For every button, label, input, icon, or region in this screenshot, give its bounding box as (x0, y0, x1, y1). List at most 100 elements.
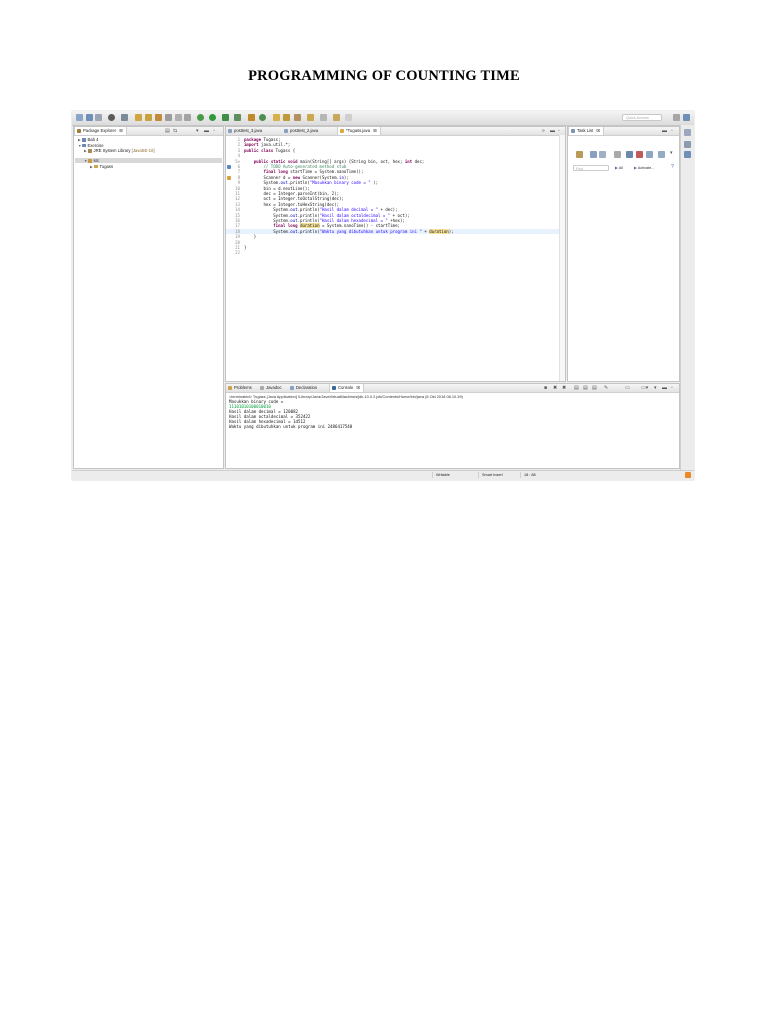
tools-icon[interactable] (121, 114, 128, 121)
maximize-icon[interactable]: ▫ (671, 385, 673, 391)
tree-item-tugass[interactable]: ▶ Tugass (90, 164, 113, 170)
new-java-project-icon[interactable] (248, 114, 255, 121)
forward-icon[interactable] (345, 114, 352, 121)
tab-javadoc[interactable]: Javadoc (258, 384, 285, 392)
terminate-icon[interactable]: ■ (544, 385, 547, 391)
tree-item-jre-library[interactable]: ▶ JRE System Library [JavaSE-10] (84, 148, 154, 154)
sync-icon[interactable] (636, 151, 643, 158)
focus-icon[interactable] (614, 151, 621, 158)
filter-icon[interactable] (646, 151, 653, 158)
minimize-icon[interactable]: ▬ (662, 128, 667, 134)
debug-icon[interactable] (108, 114, 115, 121)
javadoc-icon (260, 386, 264, 390)
clear-console-icon[interactable]: ▤ (574, 385, 579, 391)
remove-launch-icon[interactable]: ✖ (553, 385, 557, 391)
run-icon[interactable] (209, 114, 216, 121)
view-menu-icon[interactable]: ▾ (654, 385, 657, 391)
warning-marker-icon[interactable] (227, 175, 231, 180)
toggle-mark-icon[interactable] (165, 114, 172, 121)
debug-run-icon[interactable] (197, 114, 204, 121)
tab-posttest-3[interactable]: posttest_3.java (226, 127, 265, 135)
new-class-icon[interactable] (259, 114, 266, 121)
open-perspective-icon[interactable] (673, 114, 680, 121)
java-perspective-icon[interactable] (683, 114, 690, 121)
right-trim-bar (680, 125, 694, 471)
coverage-icon[interactable] (222, 114, 229, 121)
activate-link[interactable]: ▶ Activate... (634, 165, 654, 171)
display-console-icon[interactable]: ▭ (625, 385, 630, 391)
save-icon[interactable] (86, 114, 93, 121)
task-list-pane: Task List ☒ ▬ ▫ ▾ Find ▶ All ▶ Activate.… (567, 126, 680, 382)
close-icon[interactable]: ☒ (357, 385, 361, 390)
notification-icon[interactable] (685, 472, 691, 478)
hierarchy-icon[interactable] (684, 141, 691, 148)
tab-problems[interactable]: Problems (226, 384, 255, 392)
info-icon[interactable] (684, 151, 691, 158)
next-annotation-icon[interactable] (307, 114, 314, 121)
tab-console[interactable]: Console ☒ (329, 384, 365, 392)
build-icon[interactable] (135, 114, 142, 121)
help-icon[interactable]: ? (671, 164, 674, 170)
annotation-icon[interactable] (294, 114, 301, 121)
scheduled-icon[interactable] (599, 151, 606, 158)
maximize-icon[interactable]: ▫ (558, 128, 560, 134)
open-task-icon[interactable] (283, 114, 290, 121)
view-menu-icon[interactable] (658, 151, 665, 158)
print-icon[interactable] (95, 114, 102, 121)
overview-ruler (559, 135, 565, 381)
minimize-icon[interactable]: ▬ (550, 128, 555, 134)
close-icon[interactable]: ☒ (119, 128, 123, 133)
tab-task-list[interactable]: Task List ☒ (568, 127, 605, 135)
show-whitespace-icon[interactable] (175, 114, 182, 121)
tab-declaration[interactable]: Declaration (288, 384, 320, 392)
remove-all-icon[interactable]: ✖ (562, 385, 566, 391)
open-type-icon[interactable] (145, 114, 152, 121)
tree-item-label: Bab 4 (87, 137, 99, 142)
package-icon (94, 164, 98, 168)
code-area[interactable]: 1 package Tugass; 2 import java.util.*; 3 pub… (226, 137, 565, 381)
open-console-icon[interactable]: ▭▾ (641, 385, 648, 391)
java-file-icon (284, 129, 288, 133)
all-filter[interactable]: ▶ All (615, 165, 623, 171)
task-filter-input[interactable]: Find (573, 165, 609, 171)
tab-label: Console (338, 385, 354, 390)
tab-label: Javadoc (266, 385, 282, 390)
collapse-icon[interactable] (626, 151, 633, 158)
outline-icon[interactable] (684, 129, 691, 136)
source-folder-icon (88, 159, 92, 163)
quick-fix-marker-icon[interactable] (227, 164, 231, 169)
tab-package-explorer[interactable]: Package Explorer ☒ (74, 127, 127, 135)
list-editors-icon[interactable]: » (542, 128, 545, 134)
tab-label: posttest_2.java (290, 128, 319, 133)
all-label: All (618, 166, 623, 170)
scroll-lock-icon[interactable]: ▤ (583, 385, 588, 391)
paragraph-icon[interactable] (184, 114, 191, 121)
code-line[interactable]: 22 (226, 250, 565, 255)
chevron-down-icon[interactable]: ▾ (670, 150, 673, 156)
maximize-icon[interactable]: ▫ (213, 128, 215, 134)
prev-annotation-icon[interactable] (320, 114, 327, 121)
view-menu-icon[interactable]: ▾ (196, 128, 199, 134)
external-tools-icon[interactable] (234, 114, 241, 121)
search-icon[interactable] (155, 114, 162, 121)
new-task-icon[interactable] (576, 151, 583, 158)
minimize-icon[interactable]: ▬ (662, 385, 667, 391)
tab-tugass[interactable]: *Tugass.java ☒ (337, 127, 381, 135)
close-icon[interactable]: ☒ (373, 128, 377, 133)
tree-item-suffix: [JavaSE-10] (131, 148, 155, 153)
link-with-editor-icon[interactable]: ⇆ (173, 128, 177, 134)
quick-access-field[interactable]: Quick Access (622, 114, 662, 121)
open-folder-icon[interactable] (273, 114, 280, 121)
pin-console-icon[interactable]: ✎ (604, 385, 608, 391)
back-icon[interactable] (333, 114, 340, 121)
task-list-title: Task List (577, 128, 594, 133)
minimize-icon[interactable]: ▬ (204, 128, 209, 134)
close-icon[interactable]: ☒ (596, 128, 600, 133)
tab-posttest-2[interactable]: posttest_2.java (282, 127, 321, 135)
new-file-icon[interactable] (76, 114, 83, 121)
activate-label: Activate... (637, 166, 655, 170)
word-wrap-icon[interactable]: ▤ (592, 385, 597, 391)
categorize-icon[interactable] (590, 151, 597, 158)
collapse-all-icon[interactable]: ▤ (165, 128, 170, 134)
maximize-icon[interactable]: ▫ (671, 128, 673, 134)
